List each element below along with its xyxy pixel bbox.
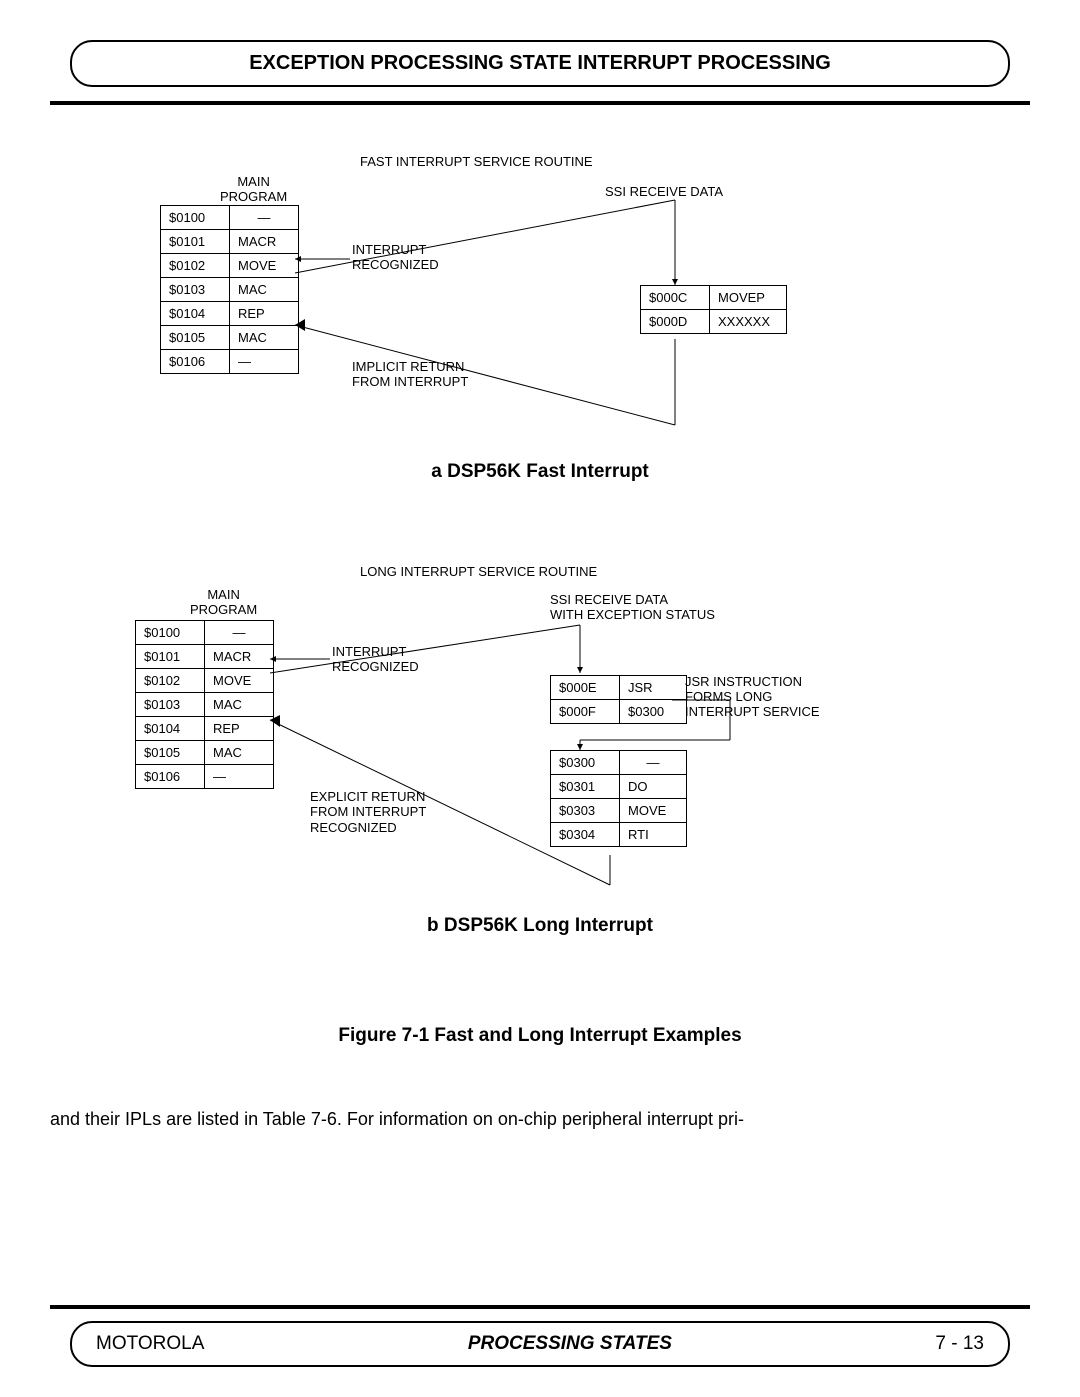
figure-caption: Figure 7-1 Fast and Long Interrupt Examp… xyxy=(50,1025,1030,1047)
footer-right: 7 - 13 xyxy=(935,1333,984,1355)
footer-rule xyxy=(50,1305,1030,1309)
footer-box: MOTOROLA PROCESSING STATES 7 - 13 xyxy=(70,1321,1010,1367)
body-paragraph: and their IPLs are listed in Table 7-6. … xyxy=(50,1107,1030,1132)
diag-a-int-recognized: INTERRUPT RECOGNIZED xyxy=(352,243,439,273)
diag-b-int-recognized: INTERRUPT RECOGNIZED xyxy=(332,645,419,675)
footer-left: MOTOROLA xyxy=(96,1333,204,1355)
diag-b-lines xyxy=(50,545,1030,905)
page-header-text: EXCEPTION PROCESSING STATE INTERRUPT PRO… xyxy=(249,52,831,74)
header-rule xyxy=(50,101,1030,105)
diag-a-caption: a DSP56K Fast Interrupt xyxy=(50,461,1030,483)
diag-b-recognized: RECOGNIZED xyxy=(310,821,397,836)
diag-a-lines xyxy=(50,145,1030,445)
footer-center: PROCESSING STATES xyxy=(468,1333,672,1355)
diag-b-explicit-return: EXPLICIT RETURN FROM INTERRUPT xyxy=(310,790,426,820)
diag-a-implicit-return: IMPLICIT RETURN FROM INTERRUPT xyxy=(352,360,468,390)
page-header-box: EXCEPTION PROCESSING STATE INTERRUPT PRO… xyxy=(70,40,1010,87)
diag-b-caption: b DSP56K Long Interrupt xyxy=(50,915,1030,937)
figure-area: FAST INTERRUPT SERVICE ROUTINE MAIN PROG… xyxy=(50,145,1030,1085)
diag-b-jsr-note: JSR INSTRUCTION FORMS LONG INTERRUPT SER… xyxy=(685,675,820,720)
